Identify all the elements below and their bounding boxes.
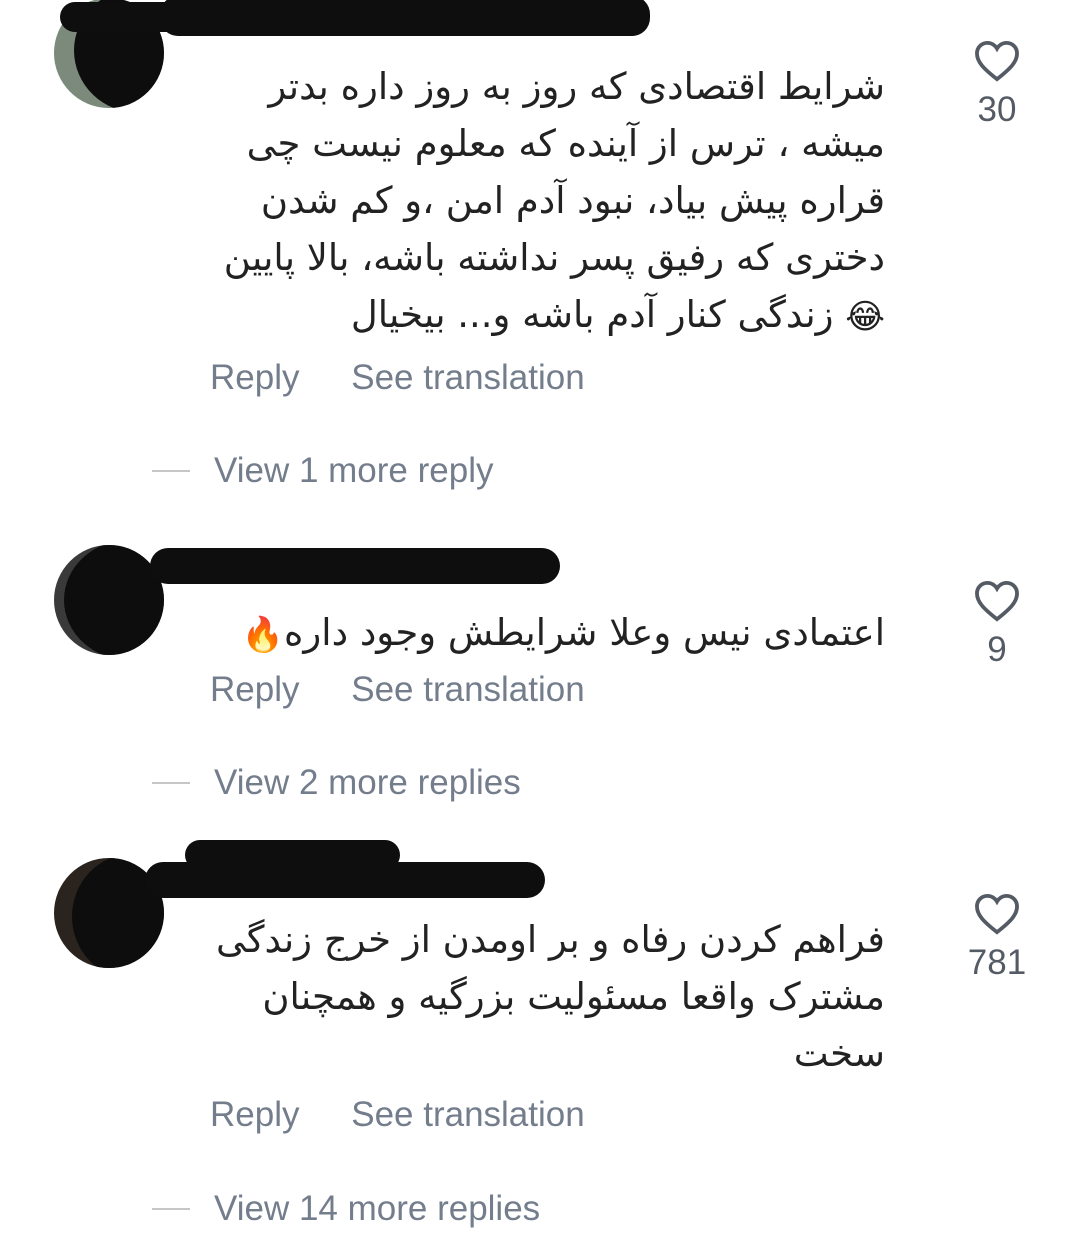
comment-actions: Reply See translation [210, 358, 585, 398]
see-translation-button[interactable]: See translation [351, 670, 584, 709]
divider-dash [152, 1208, 190, 1210]
fire-emoji-icon: 🔥 [241, 614, 285, 655]
heart-outline-icon [975, 580, 1019, 622]
comment-line: دختری که رفیق پسر نداشته باشه، بالا پایی… [223, 236, 885, 279]
heart-outline-icon [975, 40, 1019, 82]
username-redaction [145, 862, 545, 898]
reply-button[interactable]: Reply [210, 1095, 299, 1134]
like-button[interactable]: 9 [957, 580, 1037, 670]
comment-line: قراره پیش بیاد، نبود آدم امن ،و کم شدن [260, 179, 885, 222]
like-button[interactable]: 30 [957, 40, 1037, 130]
view-replies-button[interactable]: View 2 more replies [152, 763, 521, 803]
comment-actions: Reply See translation [210, 670, 585, 710]
comment-text: فراهم کردن رفاه و بر اومدن از خرج زندگی … [205, 911, 885, 1082]
username-redaction [150, 548, 560, 584]
like-count: 9 [987, 630, 1007, 669]
comment-text: اعتمادی نیس وعلا شرایطش وجود داره🔥 [205, 604, 885, 661]
comment-line: شرایط اقتصادی که روز به روز داره بدتر [268, 65, 885, 108]
heart-outline-icon [975, 893, 1019, 935]
comment-line: اعتمادی نیس وعلا شرایطش وجود داره🔥 [205, 604, 885, 661]
username-redaction [60, 2, 210, 32]
divider-dash [152, 782, 190, 784]
laughing-emoji-icon: 😂 [845, 296, 885, 337]
like-count: 781 [967, 943, 1027, 982]
username-redaction [160, 0, 650, 36]
view-replies-button[interactable]: View 1 more reply [152, 451, 493, 491]
divider-dash [152, 470, 190, 472]
comment-text: شرایط اقتصادی که روز به روز داره بدتر می… [205, 58, 885, 343]
comment-actions: Reply See translation [210, 1095, 585, 1135]
see-translation-button[interactable]: See translation [351, 358, 584, 397]
like-button[interactable]: 781 [957, 893, 1037, 983]
comment-line-text: اعتمادی نیس وعلا شرایطش وجود داره [284, 611, 885, 654]
comment-line: میشه ، ترس از آینده که معلوم نیست چی [246, 122, 885, 165]
see-translation-button[interactable]: See translation [351, 1095, 584, 1134]
comment-line: فراهم کردن رفاه و بر اومدن از خرج زندگی [216, 918, 885, 961]
comment-line: 😂 زندگی کنار آدم باشه و... بیخیال [205, 286, 885, 343]
comment-line: سخت [793, 1032, 885, 1075]
view-replies-button[interactable]: View 14 more replies [152, 1189, 540, 1229]
reply-button[interactable]: Reply [210, 358, 299, 397]
reply-button[interactable]: Reply [210, 670, 299, 709]
view-replies-label: View 1 more reply [214, 451, 494, 490]
like-count: 30 [977, 90, 1017, 129]
view-replies-label: View 14 more replies [214, 1189, 541, 1228]
comment-line: مشترک واقعا مسئولیت بزرگیه و همچنان [262, 975, 885, 1018]
avatar[interactable] [54, 545, 164, 655]
comment-line-text: زندگی کنار آدم باشه و... بیخیال [350, 293, 834, 336]
view-replies-label: View 2 more replies [214, 763, 521, 802]
